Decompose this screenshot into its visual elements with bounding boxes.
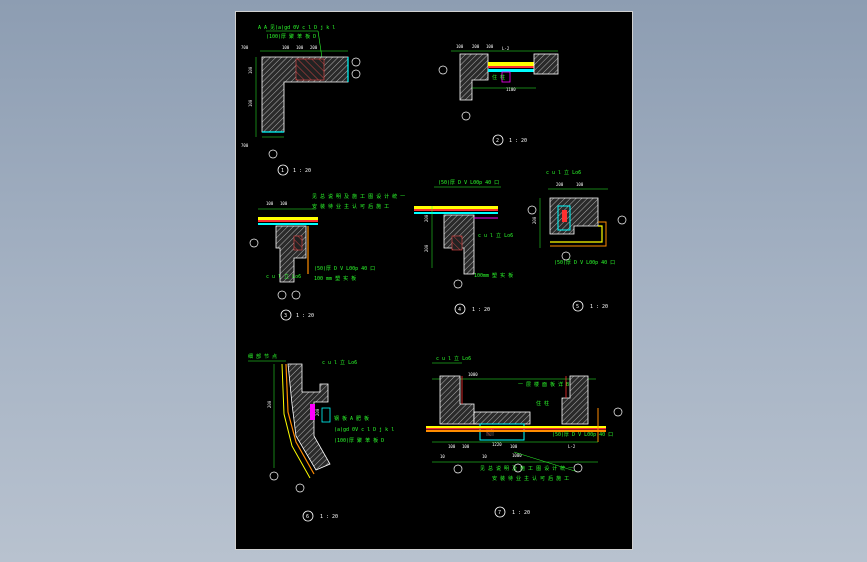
detail-7-dim-1: 1000 <box>468 372 478 377</box>
detail-6-note-2: c u l 立 Lo6 <box>322 359 357 366</box>
detail-6-scale: 1 : 20 <box>320 514 338 520</box>
detail-4-note-3: 100mm 塑 实 板 <box>474 272 513 279</box>
detail-1-dim-1: 700 <box>241 45 249 50</box>
detail-6-number: 6 <box>306 514 309 520</box>
detail-7-note-6: 安 装 待 业 主 认 可 后 施 工 <box>492 475 569 482</box>
detail-4-note-2: c u l 立 Lo6 <box>478 232 513 239</box>
detail-2-number: 2 <box>496 138 499 144</box>
detail-5-scale: 1 : 20 <box>590 304 608 310</box>
detail-3-note-1: 见 总 说 明 及 施 工 图 设 计 统 一 <box>312 193 405 200</box>
detail-7-number: 7 <box>498 510 501 516</box>
detail-7-scale: 1 : 20 <box>512 510 530 516</box>
detail-2-note-1: 住 柱 <box>492 74 505 81</box>
detail-3-note-2: 安 装 待 业 主 认 可 后 施 工 <box>312 203 389 210</box>
detail-6-dim-2: 200 <box>315 408 320 416</box>
detail-7-dim-9: 10 <box>482 454 487 459</box>
detail-1-dim-5: 100 <box>248 66 253 74</box>
detail-5-number: 5 <box>576 304 579 310</box>
detail-3-dim-2: 100 <box>280 201 288 206</box>
detail-3-note-6: 100 mm 塑 实 板 <box>314 275 356 282</box>
detail-7-note-3: 住 柱 <box>536 400 549 407</box>
detail-4-dim-1: 200 <box>424 214 429 222</box>
detail-1-note-2: (100)厚 聚 苯 板 D <box>266 33 316 40</box>
detail-3-scale: 1 : 20 <box>296 313 314 319</box>
detail-2-scale: 1 : 20 <box>509 138 527 144</box>
detail-1: A A 见(a)gd 0V c l D j k l (100)厚 聚 苯 板 D… <box>241 25 361 176</box>
detail-7-dim-4: 1220 <box>492 442 502 447</box>
detail-7-dim-7: L-2 <box>568 444 576 449</box>
detail-7-note-4: (50)厚 D V L00p 40 口 <box>552 432 613 438</box>
detail-3-note-5: (50)厚 D V L00p 40 口 <box>314 266 375 272</box>
detail-6-note-1: 细 部 节 点 <box>248 353 277 360</box>
detail-4-number: 4 <box>458 307 461 313</box>
detail-2-dim-5: 1100 <box>506 87 516 92</box>
detail-7-dim-2: 100 <box>448 444 456 449</box>
detail-1-dim-4: 200 <box>310 45 318 50</box>
detail-7-dim-8: 10 <box>440 454 445 459</box>
detail-5-note-1: c u l 立 Lo6 <box>546 169 581 176</box>
detail-4-scale: 1 : 20 <box>472 307 490 313</box>
detail-4-dim-2: 200 <box>424 244 429 252</box>
detail-7: c u l 立 Lo6 1000 一 层 楼 面 板 详 B 节 点 住 柱 1… <box>426 355 623 518</box>
detail-1-dim-3: 100 <box>296 45 304 50</box>
detail-3-dim-1: 100 <box>266 201 274 206</box>
detail-5: c u l 立 Lo6 200 100 200 (50)厚 D V L00p 4… <box>527 169 627 312</box>
detail-5-dim-3: 200 <box>532 216 537 224</box>
detail-6-note-4: (a)gd 0V c l D j k l <box>334 427 394 433</box>
detail-1-scale: 1 : 20 <box>293 168 311 174</box>
detail-3-number: 3 <box>284 313 287 319</box>
detail-2: 100 200 100 L-2 住 柱 1100 2 1 : 20 <box>438 44 559 146</box>
cad-drawing: A A 见(a)gd 0V c l D j k l (100)厚 聚 苯 板 D… <box>241 25 627 522</box>
detail-7-dim-5: 100 <box>510 444 518 449</box>
detail-5-dim-2: 100 <box>576 182 584 187</box>
detail-2-dim-4: L-2 <box>502 46 510 51</box>
detail-3: 见 总 说 明 及 施 工 图 设 计 统 一 安 装 待 业 主 认 可 后 … <box>249 193 405 321</box>
detail-2-dim-3: 100 <box>486 44 494 49</box>
detail-1-note-1: A A 见(a)gd 0V c l D j k l <box>258 25 335 31</box>
detail-1-dim-6: 100 <box>248 99 253 107</box>
detail-1-dim-2: 100 <box>282 45 290 50</box>
detail-6-dim-1: 200 <box>267 400 272 408</box>
detail-5-dim-1: 200 <box>556 182 564 187</box>
detail-6-note-5: (100)厚 聚 苯 板 D <box>334 437 384 444</box>
detail-6: 细 部 节 点 c u l 立 Lo6 钢 板 A 肥 板 (a)gd 0V c… <box>248 353 394 522</box>
detail-7-note-1: c u l 立 Lo6 <box>436 355 471 362</box>
detail-5-note-2: (50)厚 D V L00p 40 口 <box>554 260 615 266</box>
detail-2-dim-1: 100 <box>456 44 464 49</box>
detail-1-dim-7: 700 <box>241 143 249 148</box>
detail-7-dim-6: 1000 <box>512 453 522 458</box>
detail-7-dim-3: 100 <box>462 444 470 449</box>
detail-3-note-3: c u l 立 Lo6 <box>266 273 301 280</box>
detail-6-note-3: 钢 板 A 肥 板 <box>334 415 369 422</box>
detail-4: (50)厚 D V L00p 40 口 c u l 立 Lo6 100mm 塑 … <box>414 180 513 315</box>
detail-4-note-1: (50)厚 D V L00p 40 口 <box>438 180 499 186</box>
detail-1-number: 1 <box>281 168 284 174</box>
drawing-sheet: A A 见(a)gd 0V c l D j k l (100)厚 聚 苯 板 D… <box>235 11 633 550</box>
detail-2-dim-2: 200 <box>472 44 480 49</box>
